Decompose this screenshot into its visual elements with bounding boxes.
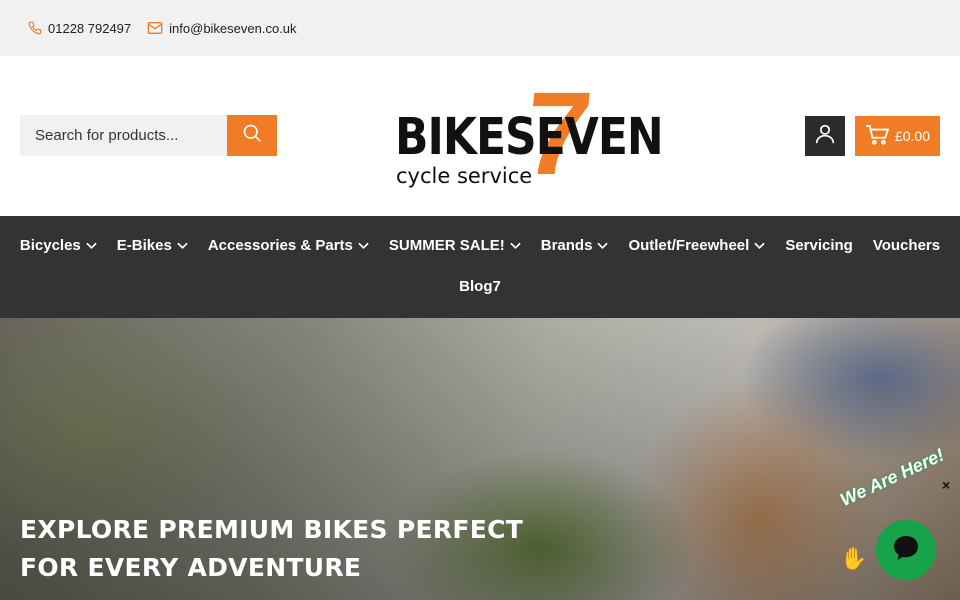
user-icon (815, 124, 835, 149)
chevron-down-icon (358, 237, 369, 254)
product-search (20, 115, 277, 156)
nav-item-label: Brands (540, 237, 593, 254)
waving-hand-icon: ✋ (840, 546, 868, 571)
site-logo[interactable]: 7 BIKESEVEN cycle service (385, 68, 664, 200)
phone-icon (28, 21, 42, 35)
nav-item-outlet-freewheel[interactable]: Outlet/Freewheel (628, 237, 765, 254)
nav-item-label: Vouchers (872, 237, 941, 254)
chevron-down-icon (754, 237, 765, 254)
chat-close-button[interactable]: × (942, 477, 950, 493)
nav-item-summer-sale[interactable]: SUMMER SALE! (389, 237, 521, 254)
chat-launcher-button[interactable] (876, 520, 936, 580)
site-header: 7 BIKESEVEN cycle service £0.00 (0, 56, 960, 216)
nav-item-label: Accessories & Parts (207, 237, 353, 254)
cart-icon (865, 124, 890, 148)
nav-item-servicing[interactable]: Servicing (785, 237, 853, 254)
nav-item-label: E-Bikes (116, 237, 172, 254)
logo-tagline: cycle service (396, 164, 533, 188)
logo-wordmark: BIKESEVEN (395, 108, 664, 167)
email-address: info@bikeseven.co.uk (169, 20, 297, 36)
hero-title: EXPLORE PREMIUM BIKES PERFECT FOR EVERY … (20, 515, 524, 582)
nav-item-label: SUMMER SALE! (388, 237, 505, 254)
chevron-down-icon (510, 237, 521, 254)
nav-item-e-bikes[interactable]: E-Bikes (117, 237, 188, 254)
nav-row: Bicycles E-Bikes Accessories & Parts SUM… (0, 237, 960, 254)
top-bar: 01228 792497 info@bikeseven.co.uk (0, 0, 960, 56)
search-input[interactable] (20, 115, 227, 156)
nav-item-label: Blog7 (459, 278, 501, 295)
account-button[interactable] (805, 116, 845, 156)
chevron-down-icon (86, 237, 97, 254)
mail-icon (147, 21, 163, 35)
search-button[interactable] (227, 115, 277, 156)
phone-number: 01228 792497 (48, 20, 132, 36)
phone-contact[interactable]: 01228 792497 (28, 21, 131, 36)
chevron-down-icon (597, 237, 609, 254)
nav-item-blog7[interactable]: Blog7 (459, 278, 501, 295)
cart-total: £0.00 (894, 128, 931, 144)
nav-item-bicycles[interactable]: Bicycles (20, 237, 97, 254)
nav-item-label: Bicycles (19, 237, 81, 254)
nav-item-brands[interactable]: Brands (541, 237, 609, 254)
search-icon (242, 123, 262, 148)
nav-item-accessories-parts[interactable]: Accessories & Parts (208, 237, 369, 254)
nav-item-label: Outlet/Freewheel (628, 237, 750, 254)
chat-icon (891, 533, 921, 568)
nav-row: Blog7 (0, 278, 960, 295)
email-contact[interactable]: info@bikeseven.co.uk (147, 20, 297, 36)
nav-item-label: Servicing (785, 237, 853, 254)
nav-item-vouchers[interactable]: Vouchers (873, 237, 940, 254)
main-navigation: Bicycles E-Bikes Accessories & Parts SUM… (0, 216, 960, 318)
hero-banner: EXPLORE PREMIUM BIKES PERFECT FOR EVERY … (0, 318, 960, 600)
cart-button[interactable]: £0.00 (855, 116, 940, 156)
chevron-down-icon (177, 237, 188, 254)
